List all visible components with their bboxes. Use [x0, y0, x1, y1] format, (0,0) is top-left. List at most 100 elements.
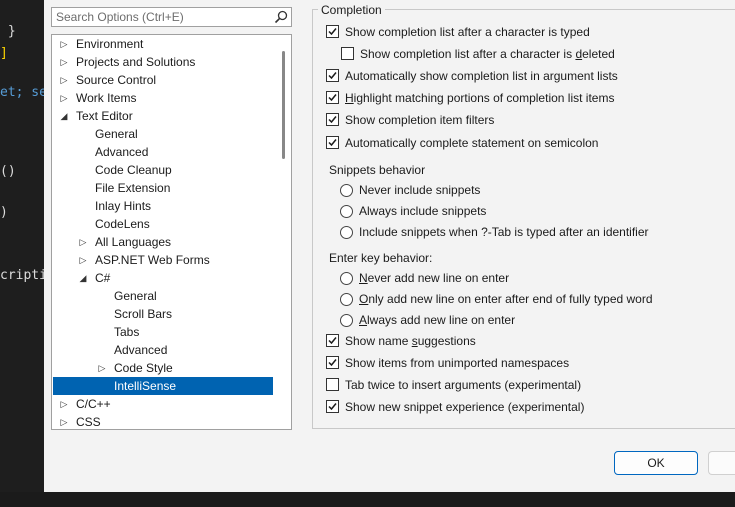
code-line: et; se	[0, 85, 44, 100]
chevron-expanded-icon[interactable]: ◢	[78, 269, 88, 287]
tree-item-label: Work Items	[76, 91, 137, 105]
code-line: }	[0, 24, 16, 39]
radio-label: Always add new line on enter	[359, 311, 515, 329]
tree-item-label: Projects and Solutions	[76, 55, 196, 69]
show-after-typed-checkbox[interactable]	[326, 25, 339, 38]
code-editor-fragment: } ] et; se () ) cripti	[0, 0, 44, 492]
highlight-checkbox[interactable]	[326, 91, 339, 104]
radio-label: Never include snippets	[359, 183, 481, 197]
chevron-right-icon[interactable]: ▷	[59, 71, 69, 89]
tree-item-c-c[interactable]: ▷ C/C++	[53, 395, 273, 413]
radio-button[interactable]	[340, 205, 353, 218]
radio-button[interactable]	[340, 272, 353, 285]
tab-twice-checkbox[interactable]	[326, 378, 339, 391]
label-text: ighlight matching portions of completion…	[353, 91, 615, 105]
code-line: cripti	[0, 268, 44, 283]
chevron-right-icon[interactable]: ▷	[59, 89, 69, 107]
checkbox-label: Show name suggestions	[345, 332, 476, 350]
label-text: eleted	[582, 47, 615, 61]
tree-item-intellisense[interactable]: IntelliSense	[53, 377, 273, 395]
tree-item-text-editor[interactable]: ◢ Text Editor	[53, 107, 273, 125]
tree-item-label: All Languages	[95, 235, 172, 249]
checkbox-label: Show completion list after a character i…	[360, 45, 615, 63]
tree-item-label: C/C++	[76, 397, 111, 411]
unimported-namespaces-checkbox[interactable]	[326, 356, 339, 369]
tree-item-label: Text Editor	[76, 109, 133, 123]
checkbox-label: Show completion item filters	[345, 113, 495, 127]
tree-item-label: Tabs	[114, 325, 140, 339]
tree-item-scroll-bars[interactable]: Scroll Bars	[53, 305, 273, 323]
tree-item-label: Code Cleanup	[95, 163, 172, 177]
tree-item-label: CSS	[76, 415, 101, 429]
tree-item-file-extension[interactable]: File Extension	[53, 179, 273, 197]
tree-item-all-languages[interactable]: ▷ All Languages	[53, 233, 273, 251]
tree-item-label: Advanced	[114, 343, 168, 357]
chevron-right-icon[interactable]: ▷	[78, 233, 88, 251]
enter-key-behavior-label: Enter key behavior:	[329, 251, 433, 265]
tree-item-advanced[interactable]: Advanced	[53, 341, 273, 359]
radio-button[interactable]	[340, 226, 353, 239]
tree-item-inlay-hints[interactable]: Inlay Hints	[53, 197, 273, 215]
tree-item-general[interactable]: General	[53, 125, 273, 143]
checkbox-label: Show completion list after a character i…	[345, 25, 590, 39]
options-dialog: ▷ Environment ▷ Projects and Solutions ▷ Sour…	[44, 0, 735, 492]
tree-item-label: IntelliSense	[114, 379, 177, 393]
chevron-right-icon[interactable]: ▷	[59, 413, 69, 429]
label-text: uggestions	[417, 334, 476, 348]
chevron-right-icon[interactable]: ▷	[59, 395, 69, 413]
label-text: ever add new line on enter	[367, 271, 510, 285]
tree-item-general[interactable]: General	[53, 287, 273, 305]
tree-item-projects-and-solutions[interactable]: ▷ Projects and Solutions	[53, 53, 273, 71]
label-text: lways add new line on enter	[367, 313, 516, 327]
ok-button[interactable]: OK	[614, 451, 698, 475]
radio-button[interactable]	[340, 314, 353, 327]
tree-item-environment[interactable]: ▷ Environment	[53, 35, 273, 53]
tree-item-label: Code Style	[114, 361, 173, 375]
tree-item-asp-net-web-forms[interactable]: ▷ ASP.NET Web Forms	[53, 251, 273, 269]
chevron-right-icon[interactable]: ▷	[78, 251, 88, 269]
name-suggestions-checkbox[interactable]	[326, 334, 339, 347]
cancel-button[interactable]	[708, 451, 735, 475]
new-snippet-checkbox[interactable]	[326, 400, 339, 413]
tree-item-css[interactable]: ▷ CSS	[53, 413, 273, 429]
tree-item-source-control[interactable]: ▷ Source Control	[53, 71, 273, 89]
tree-item-tabs[interactable]: Tabs	[53, 323, 273, 341]
chevron-right-icon[interactable]: ▷	[59, 53, 69, 71]
search-input[interactable]	[52, 8, 266, 26]
tree-item-label: Advanced	[95, 145, 149, 159]
item-filters-checkbox[interactable]	[326, 113, 339, 126]
tree-item-work-items[interactable]: ▷ Work Items	[53, 89, 273, 107]
radio-label: Always include snippets	[359, 204, 487, 218]
search-icon[interactable]	[274, 10, 288, 24]
code-line: ()	[0, 164, 16, 179]
tree-item-label: Source Control	[76, 73, 157, 87]
radio-label: Only add new line on enter after end of …	[359, 290, 653, 308]
radio-button[interactable]	[340, 293, 353, 306]
tree-scrollbar[interactable]	[278, 37, 290, 427]
tree-item-code-cleanup[interactable]: Code Cleanup	[53, 161, 273, 179]
tree-item-advanced[interactable]: Advanced	[53, 143, 273, 161]
scrollbar-thumb[interactable]	[282, 51, 285, 159]
semicolon-checkbox[interactable]	[326, 136, 339, 149]
show-after-deleted-checkbox[interactable]	[341, 47, 354, 60]
tree-item-codelens[interactable]: CodeLens	[53, 215, 273, 233]
radio-label: Include snippets when ?-Tab is typed aft…	[359, 225, 649, 239]
tree-item-label: Inlay Hints	[95, 199, 152, 213]
tree-item-label: Environment	[76, 37, 144, 51]
radio-button[interactable]	[340, 184, 353, 197]
tree-item-label: C#	[95, 271, 111, 285]
auto-show-args-checkbox[interactable]	[326, 69, 339, 82]
chevron-right-icon[interactable]: ▷	[59, 35, 69, 53]
checkbox-label: Show new snippet experience (experimenta…	[345, 400, 585, 414]
code-line: ]	[0, 46, 8, 61]
tree-item-label: General	[114, 289, 157, 303]
tree-item-label: File Extension	[95, 181, 171, 195]
tree-item-label: Scroll Bars	[114, 307, 173, 321]
chevron-right-icon[interactable]: ▷	[97, 359, 107, 377]
tree-item-label: CodeLens	[95, 217, 150, 231]
tree-item-code-style[interactable]: ▷ Code Style	[53, 359, 273, 377]
chevron-expanded-icon[interactable]: ◢	[59, 107, 69, 125]
access-key: A	[359, 313, 368, 327]
tree-item-c[interactable]: ◢ C#	[53, 269, 273, 287]
checkbox-label: Highlight matching portions of completio…	[345, 89, 614, 107]
